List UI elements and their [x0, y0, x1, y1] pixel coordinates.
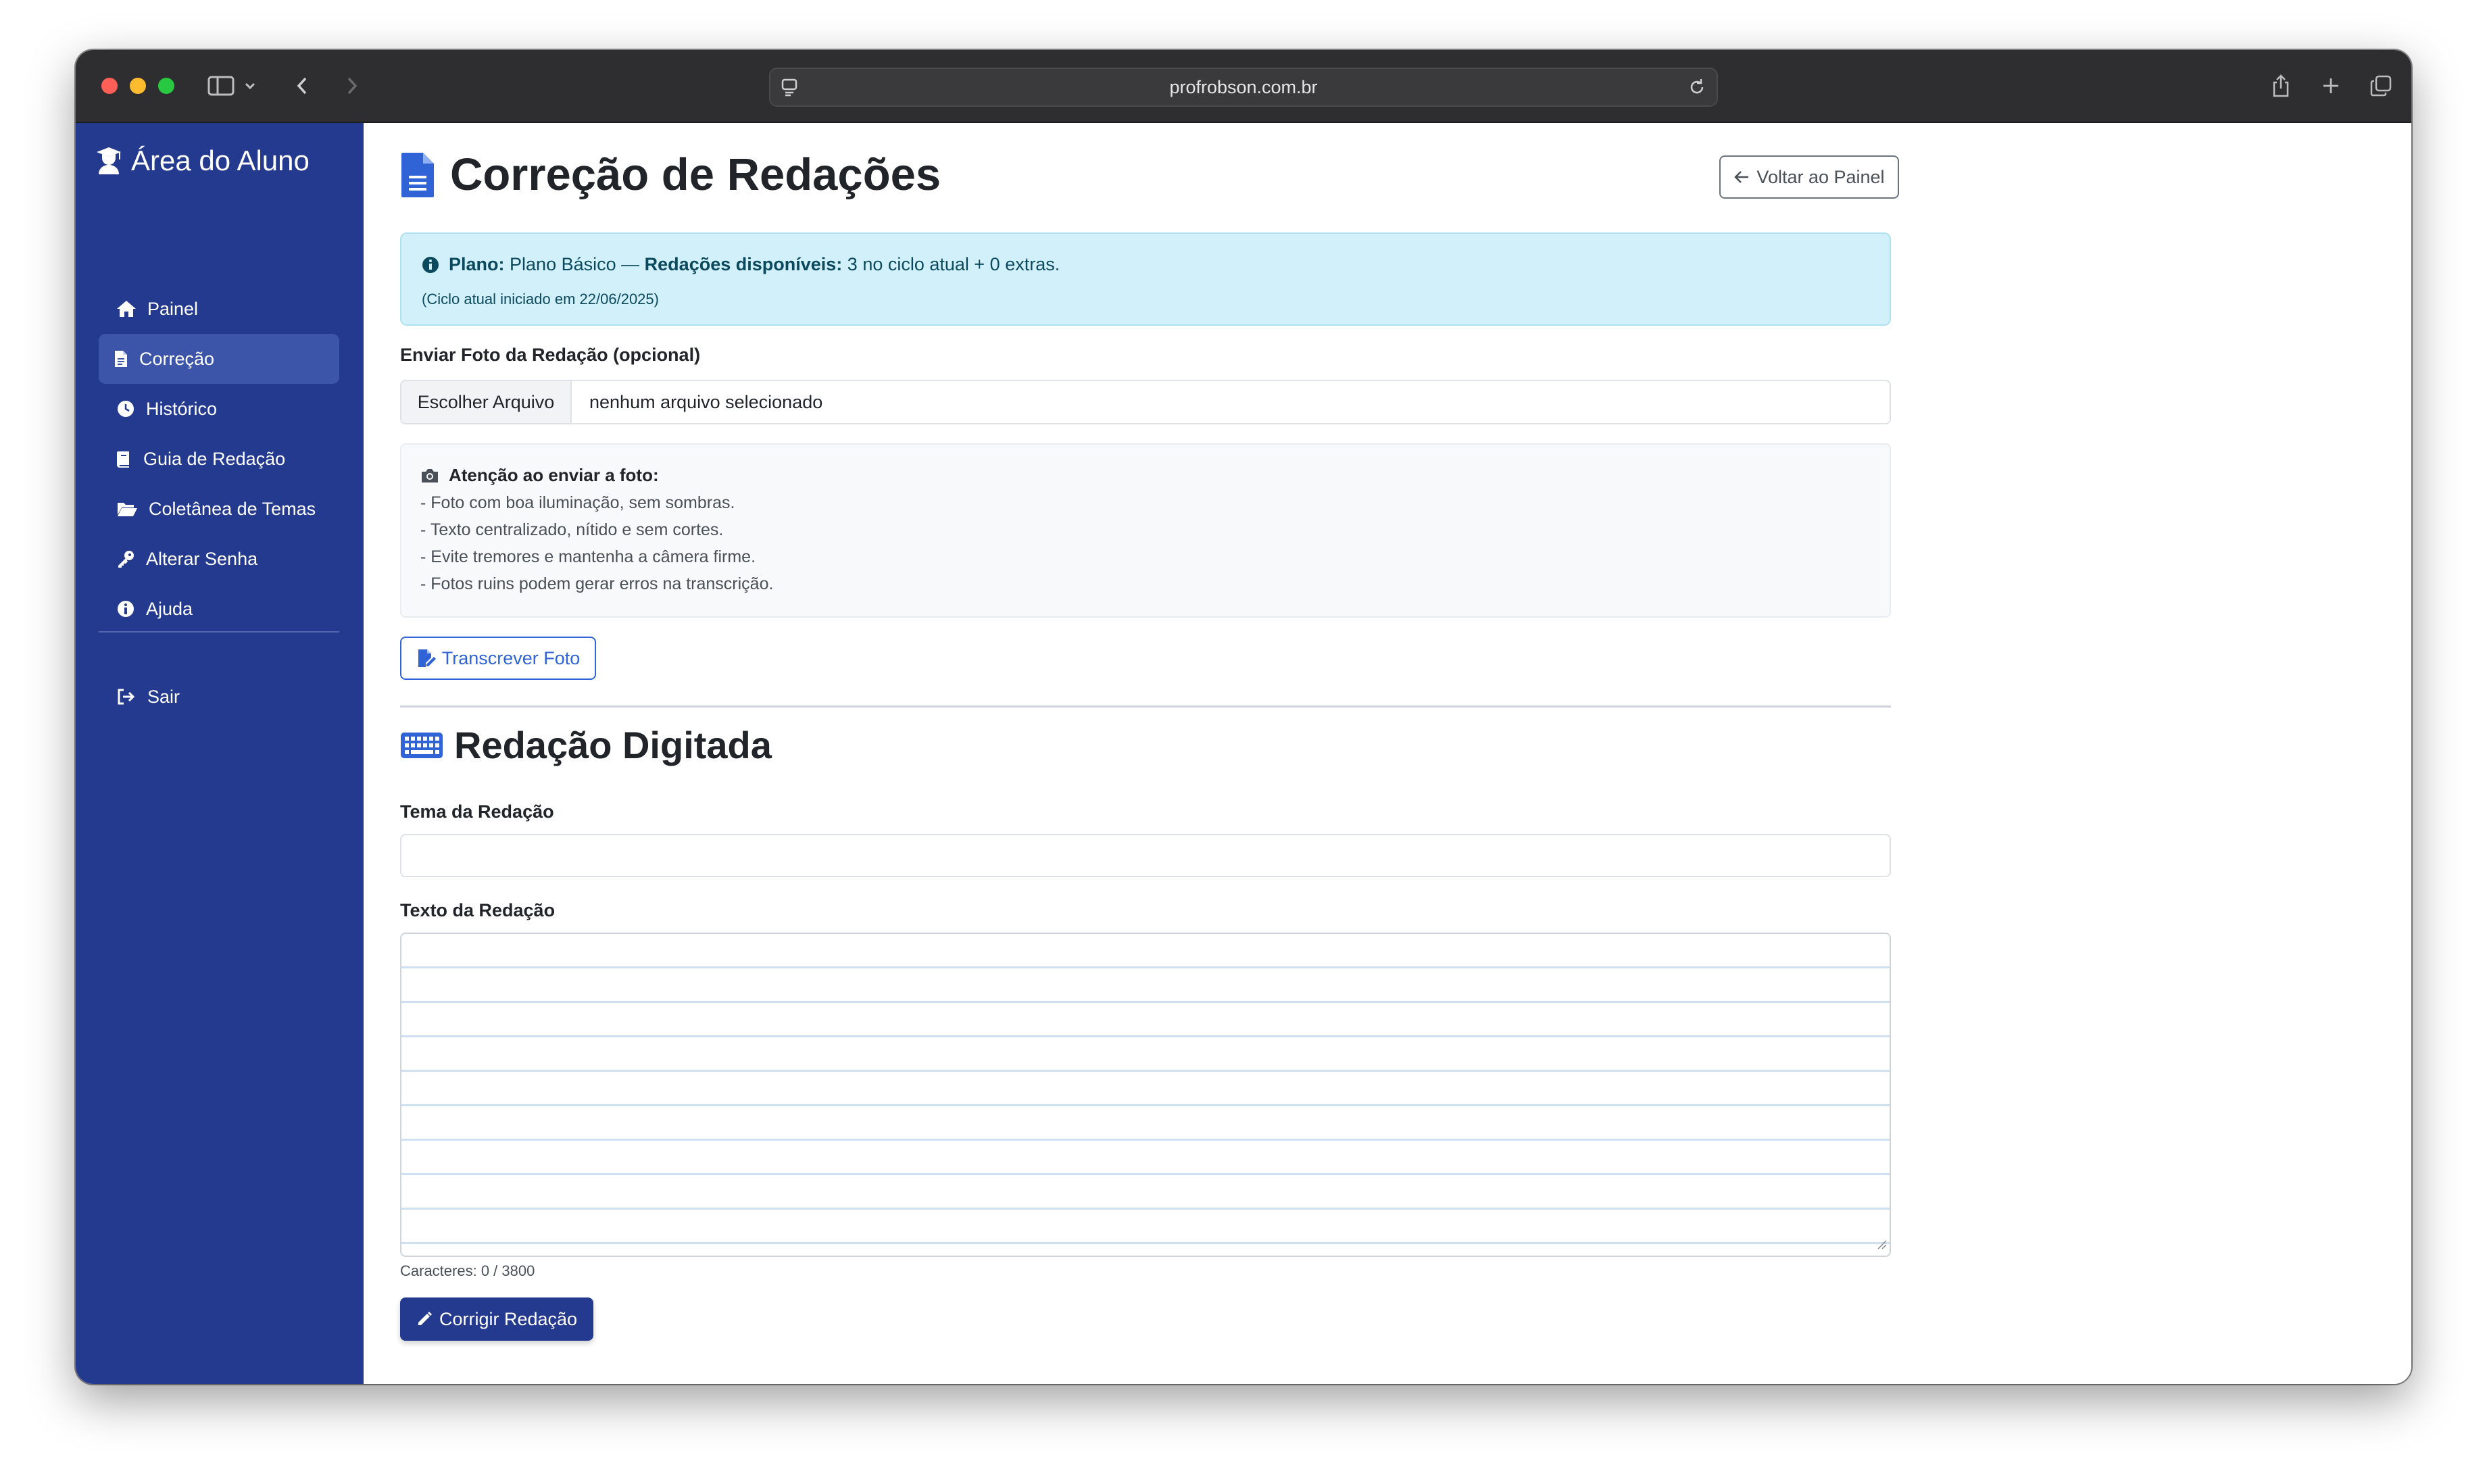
back-to-dashboard-button[interactable]: Voltar ao Painel: [1719, 155, 1899, 199]
theme-label: Tema da Redação: [400, 801, 554, 822]
tip-item: - Fotos ruins podem gerar erros na trans…: [420, 574, 774, 593]
photo-file-input[interactable]: Escolher Arquivo nenhum arquivo selecion…: [400, 380, 1891, 424]
sidebar-item-coletanea[interactable]: Coletânea de Temas: [99, 484, 339, 534]
sidebar-item-label: Ajuda: [146, 598, 193, 619]
logout-label: Sair: [147, 686, 180, 707]
sign-out-icon: [118, 689, 135, 705]
available-label: Redações disponíveis:: [644, 254, 843, 274]
tip-item: - Texto centralizado, nítido e sem corte…: [420, 520, 724, 539]
sidebar-toggle-icon[interactable]: [204, 69, 238, 103]
sidebar-item-historico[interactable]: Histórico: [99, 384, 339, 434]
choose-file-button[interactable]: Escolher Arquivo: [401, 381, 572, 423]
sidebar-item-guia[interactable]: Guia de Redação: [99, 434, 339, 484]
sidebar: Área do Aluno Painel Correção Histórico …: [76, 123, 364, 1384]
sidebar-divider: [99, 631, 339, 633]
char-counter: Caracteres: 0 / 3800: [400, 1262, 535, 1279]
info-circle-icon: [422, 256, 439, 273]
available-value: 3 no ciclo atual + 0 extras.: [847, 254, 1060, 274]
tab-overview-icon[interactable]: [2364, 69, 2398, 103]
url-text: profrobson.com.br: [1169, 77, 1318, 97]
sidebar-item-ajuda[interactable]: Ajuda: [99, 584, 339, 634]
tip-item: - Foto com boa iluminação, sem sombras.: [420, 493, 735, 512]
brand-title: Área do Aluno: [131, 145, 310, 176]
sidebar-item-label: Correção: [139, 348, 215, 369]
back-button-label: Voltar ao Painel: [1756, 166, 1885, 187]
home-icon: [117, 301, 136, 317]
book-icon: [117, 451, 129, 468]
ruled-line: [401, 966, 1890, 968]
graduate-icon: [97, 147, 121, 174]
ruled-line: [401, 1242, 1890, 1244]
file-status: nenhum arquivo selecionado: [589, 392, 823, 412]
transcribe-button-label: Transcrever Foto: [441, 647, 581, 668]
pencil-icon: [418, 1312, 432, 1325]
reload-icon[interactable]: [1687, 77, 1707, 101]
zoom-window-button[interactable]: [158, 78, 174, 94]
clock-icon: [118, 401, 134, 417]
new-tab-icon[interactable]: [2314, 69, 2348, 103]
forward-arrow-icon[interactable]: [335, 69, 369, 103]
page-title: Correção de Redações: [400, 149, 941, 201]
chevron-down-icon[interactable]: [240, 69, 260, 103]
camera-icon: [422, 468, 438, 483]
plan-label: Plano:: [449, 254, 505, 274]
plan-alert: Plano: Plano Básico — Redações disponíve…: [400, 232, 1891, 326]
key-icon: [118, 551, 134, 568]
essay-textarea[interactable]: [400, 933, 1891, 1257]
section-divider: [400, 706, 1891, 708]
document-icon: [115, 351, 127, 367]
plan-value: Plano Básico: [510, 254, 616, 274]
ruled-line: [401, 1001, 1890, 1003]
submit-button-label: Corrigir Redação: [439, 1308, 578, 1329]
sidebar-item-senha[interactable]: Alterar Senha: [99, 534, 339, 584]
main-panel: Correção de Redações Voltar ao Painel Pl…: [400, 123, 1899, 1384]
correct-essay-button[interactable]: Corrigir Redação: [400, 1297, 593, 1341]
ruled-line: [401, 1173, 1890, 1175]
page-title-text: Correção de Redações: [450, 149, 941, 200]
ruled-line: [401, 1139, 1890, 1141]
folder-open-icon: [118, 503, 137, 516]
sidebar-item-sair[interactable]: Sair: [99, 672, 339, 722]
address-bar[interactable]: profrobson.com.br: [769, 68, 1718, 107]
ruled-line: [401, 1070, 1890, 1072]
sidebar-brand[interactable]: Área do Aluno: [96, 145, 310, 177]
back-arrow-icon[interactable]: [285, 69, 319, 103]
ruled-line: [401, 1104, 1890, 1106]
sidebar-item-label: Histórico: [146, 398, 218, 419]
close-window-button[interactable]: [101, 78, 118, 94]
browser-window: profrobson.com.br Área do Aluno Painel C…: [76, 50, 2411, 1384]
sidebar-item-label: Coletânea de Temas: [149, 498, 316, 519]
sidebar-item-label: Guia de Redação: [143, 448, 286, 469]
ruled-line: [401, 1208, 1890, 1210]
text-label: Texto da Redação: [400, 900, 556, 920]
page-content: Área do Aluno Painel Correção Histórico …: [76, 123, 2411, 1384]
keyboard-icon: [401, 732, 443, 758]
minimize-window-button[interactable]: [130, 78, 146, 94]
file-text-icon: [401, 152, 434, 197]
cycle-info: (Ciclo atual iniciado em 22/06/2025): [422, 291, 659, 307]
sidebar-item-label: Painel: [147, 298, 199, 319]
ruled-line: [401, 1035, 1890, 1037]
info-icon: [118, 601, 134, 617]
section-title-text: Redação Digitada: [454, 724, 772, 766]
file-signature-icon: [418, 649, 436, 667]
plan-separator: —: [621, 254, 640, 274]
typed-essay-title: Redação Digitada: [400, 723, 772, 767]
photo-upload-label: Enviar Foto da Redação (opcional): [400, 345, 701, 365]
arrow-left-icon: [1734, 171, 1749, 183]
sidebar-item-painel[interactable]: Painel: [99, 284, 339, 334]
transcribe-photo-button[interactable]: Transcrever Foto: [400, 637, 596, 680]
tips-title: Atenção ao enviar a foto:: [449, 465, 659, 485]
resize-handle-icon[interactable]: [1876, 1239, 1887, 1253]
share-icon[interactable]: [2264, 69, 2298, 103]
browser-toolbar: profrobson.com.br: [76, 50, 2411, 123]
photo-tips-box: Atenção ao enviar a foto: - Foto com boa…: [400, 443, 1891, 618]
theme-input[interactable]: [400, 834, 1891, 877]
sidebar-item-label: Alterar Senha: [146, 548, 258, 569]
sidebar-item-correcao[interactable]: Correção: [99, 334, 339, 384]
tip-item: - Evite tremores e mantenha a câmera fir…: [420, 547, 756, 566]
